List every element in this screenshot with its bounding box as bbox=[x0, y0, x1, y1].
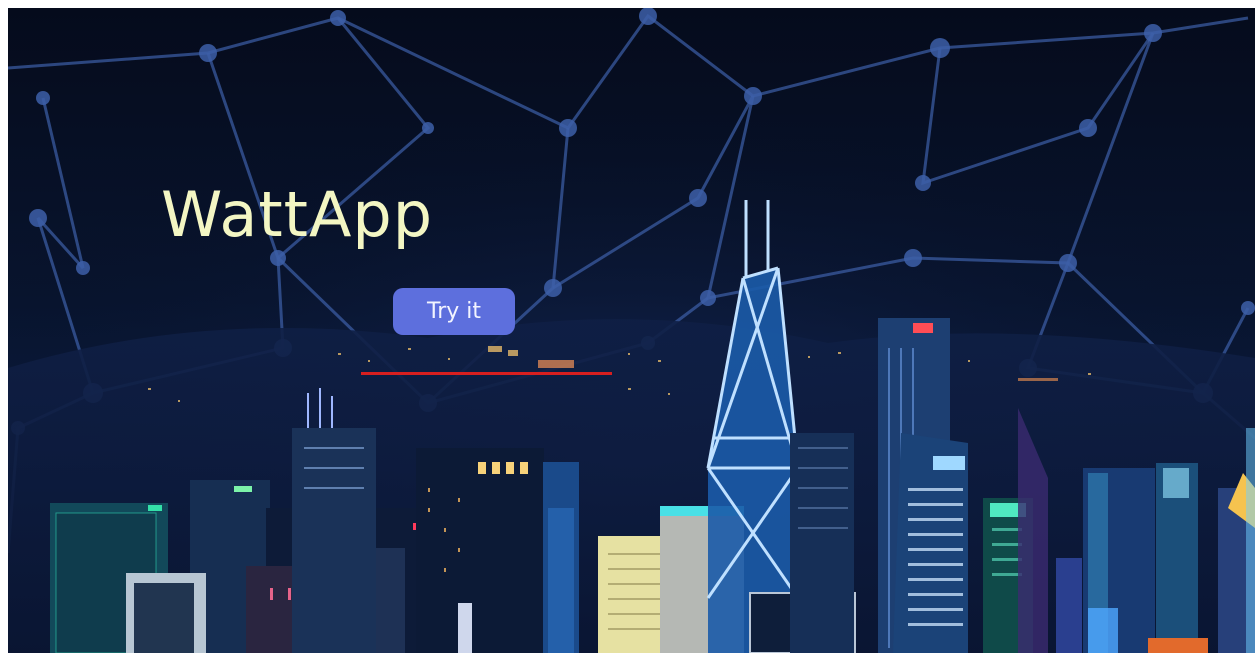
try-it-button[interactable]: Try it bbox=[393, 288, 515, 335]
page: WattApp Try it bbox=[0, 0, 1255, 653]
accent-underline bbox=[361, 372, 612, 375]
hero-banner: WattApp Try it bbox=[8, 8, 1255, 653]
app-title: WattApp bbox=[161, 178, 434, 251]
background-scene bbox=[8, 8, 1255, 653]
